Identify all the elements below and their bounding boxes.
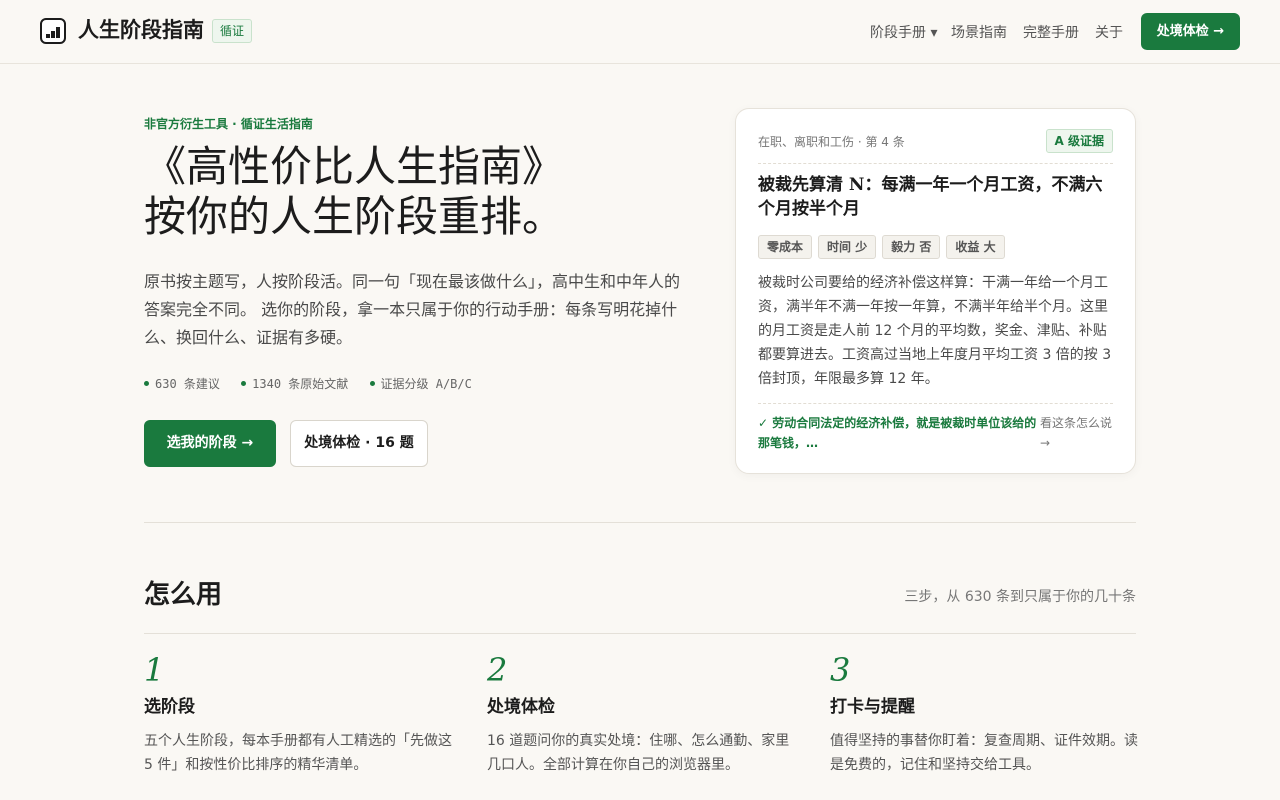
- brand-badge: 循证: [212, 19, 253, 43]
- nav-full-handbook[interactable]: 完整手册: [1023, 22, 1079, 42]
- card-title: 被裁先算清 N：每满一年一个月工资，不满六个月按半个月: [758, 175, 1103, 219]
- step-title: 打卡与提醒: [830, 697, 915, 717]
- checkup-button[interactable]: 处境体检 · 16 题: [290, 420, 428, 467]
- nav-stage-handbook[interactable]: 阶段手册 ▾: [870, 22, 937, 42]
- hero-title-line-2: 按你的人生阶段重排。: [144, 192, 565, 241]
- stat-item: 证据分级 A/B/C: [369, 375, 472, 392]
- hero-eyebrow: 非官方衍生工具 · 循证生活指南: [144, 117, 313, 131]
- section-divider: [144, 633, 1136, 634]
- site-header: 人生阶段指南 循证 阶段手册 ▾ 场景指南 完整手册 关于 处境体检 →: [0, 0, 1280, 64]
- tag-willpower: 毅力 否: [882, 235, 941, 259]
- step-description: 五个人生阶段，每本手册都有人工精选的「先做这 5 件」和按性价比排序的精华清单。: [144, 733, 452, 773]
- brand-name[interactable]: 人生阶段指南: [78, 14, 204, 44]
- card-divider: [758, 403, 1113, 404]
- stat-item: 630 条建议: [144, 375, 220, 392]
- card-divider: [758, 163, 1113, 164]
- header-checkup-button[interactable]: 处境体检 →: [1141, 13, 1240, 50]
- step-title: 选阶段: [144, 697, 195, 717]
- step-1: 1 选阶段 五个人生阶段，每本手册都有人工精选的「先做这 5 件」和按性价比排序…: [144, 652, 454, 777]
- hero-description: 原书按主题写，人按阶段活。同一句「现在最该做什么」，高中生和中年人的答案完全不同…: [144, 272, 681, 347]
- step-number: 3: [830, 651, 851, 689]
- step-3: 3 打卡与提醒 值得坚持的事替你盯着：复查周期、证件效期。读是免费的，记住和坚持…: [830, 652, 1140, 777]
- hero-title-line-1: 《高性价比人生指南》: [144, 142, 565, 191]
- dot-icon: [369, 381, 375, 386]
- hero-title: 《高性价比人生指南》 按你的人生阶段重排。: [144, 142, 704, 242]
- card-tags: 零成本 时间 少 毅力 否 收益 大: [758, 235, 1011, 259]
- nav-about[interactable]: 关于: [1095, 22, 1123, 42]
- card-body: 被裁时公司要给的经济补偿这样算：干满一年给一个月工资，满半年不满一年按一年算，不…: [758, 275, 1112, 387]
- hero-stats: 630 条建议 1340 条原始文献 证据分级 A/B/C: [144, 375, 486, 392]
- tag-benefit: 收益 大: [946, 235, 1005, 259]
- advice-card[interactable]: 在职、离职和工伤 · 第 4 条 A 级证据 被裁先算清 N：每满一年一个月工资…: [735, 108, 1136, 474]
- stat-label: 1340 条原始文献: [252, 377, 349, 391]
- step-description: 16 道题问你的真实处境：住哪、怎么通勤、家里几口人。全部计算在你自己的浏览器里…: [487, 733, 790, 773]
- tag-time: 时间 少: [818, 235, 877, 259]
- card-more-link[interactable]: 看这条怎么说 →: [1040, 413, 1120, 453]
- section-title: 怎么用: [144, 580, 223, 610]
- step-2: 2 处境体检 16 道题问你的真实处境：住哪、怎么通勤、家里几口人。全部计算在你…: [487, 652, 797, 777]
- nav-scene-guide[interactable]: 场景指南: [951, 22, 1007, 42]
- stat-label: 证据分级 A/B/C: [380, 377, 472, 391]
- section-subtitle: 三步，从 630 条到只属于你的几十条: [904, 589, 1136, 605]
- dot-icon: [241, 381, 247, 386]
- tag-cost: 零成本: [758, 235, 813, 259]
- logo-icon[interactable]: [40, 18, 66, 44]
- step-title: 处境体检: [487, 697, 555, 717]
- dot-icon: [144, 381, 149, 386]
- step-description: 值得坚持的事替你盯着：复查周期、证件效期。读是免费的，记住和坚持交给工具。: [830, 733, 1138, 773]
- evidence-grade-badge: A 级证据: [1045, 129, 1113, 153]
- card-evidence-quote: ✓ 劳动合同法定的经济补偿，就是被裁时单位该给的那笔钱，…: [758, 416, 1037, 450]
- choose-stage-button[interactable]: 选我的阶段 →: [144, 420, 276, 467]
- stat-label: 630 条建议: [155, 377, 220, 391]
- card-meta: 在职、离职和工伤 · 第 4 条: [758, 135, 905, 149]
- step-number: 2: [487, 651, 508, 689]
- stat-item: 1340 条原始文献: [241, 375, 348, 392]
- step-number: 1: [144, 651, 165, 689]
- section-divider: [144, 522, 1136, 523]
